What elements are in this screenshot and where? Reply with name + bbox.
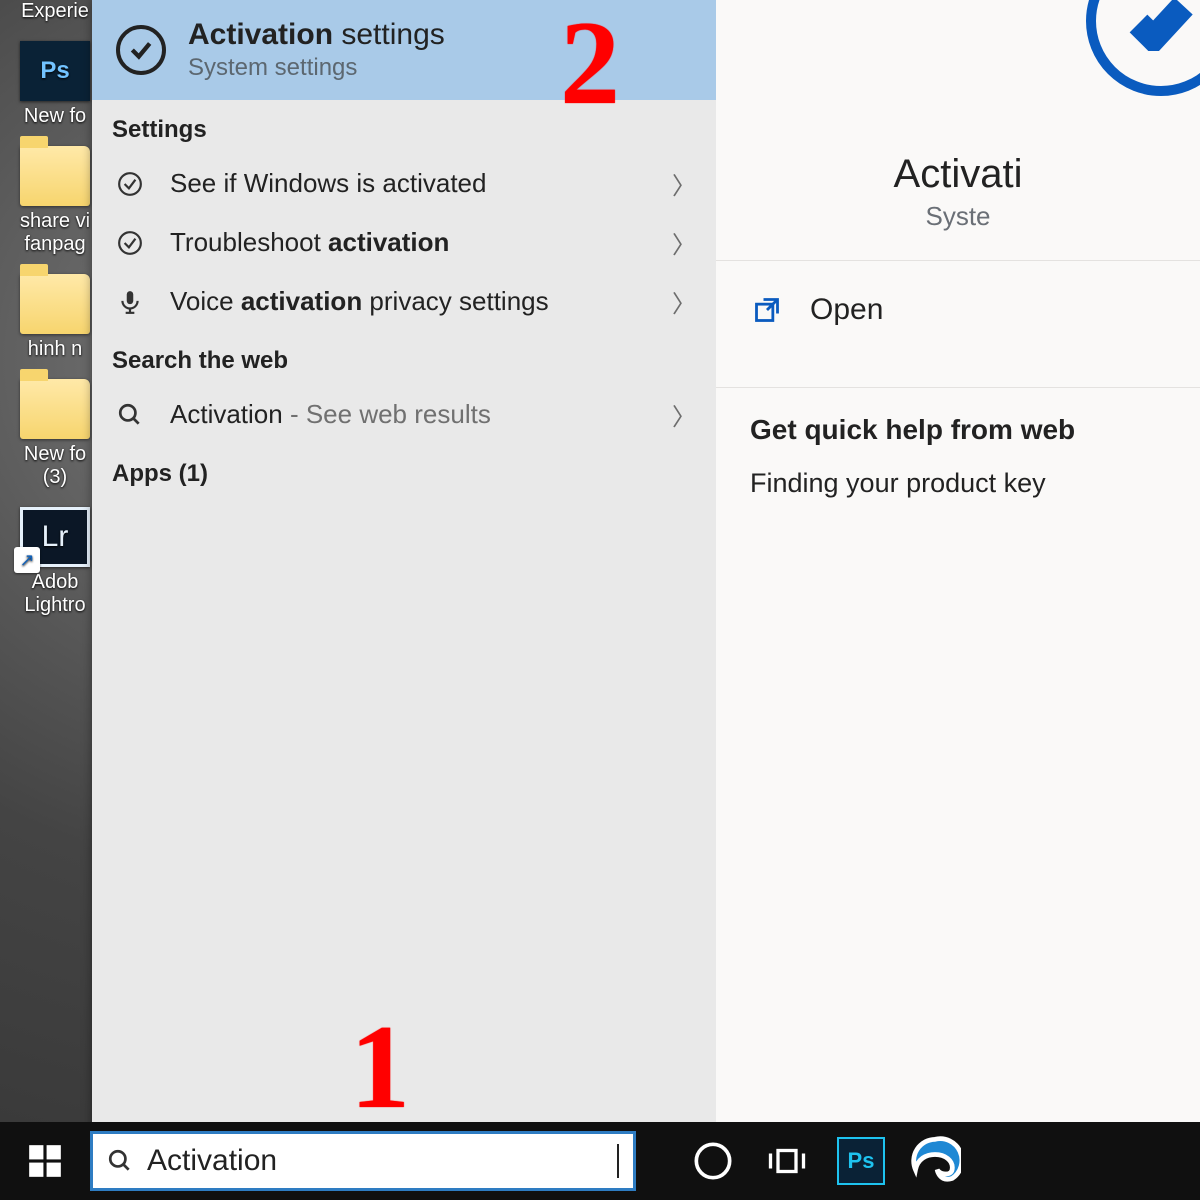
- task-view-button[interactable]: [750, 1122, 824, 1200]
- cortana-button[interactable]: [676, 1122, 750, 1200]
- section-header-settings: Settings: [92, 100, 716, 154]
- edge-icon: [909, 1135, 961, 1187]
- open-label: Open: [810, 293, 883, 327]
- shortcut-arrow-icon: ↗: [14, 547, 40, 573]
- result-web-search[interactable]: Activation - See web results 〉: [92, 385, 716, 444]
- result-label: Voice activation privacy settings: [170, 286, 650, 317]
- search-icon: [107, 1148, 133, 1174]
- chevron-right-icon: 〉: [672, 284, 696, 319]
- search-icon: [112, 402, 148, 428]
- chevron-right-icon: 〉: [672, 225, 696, 260]
- taskbar: Activation Ps: [0, 1122, 1200, 1200]
- best-match-result[interactable]: Activation settings System settings: [92, 0, 716, 100]
- best-match-subtitle: System settings: [188, 54, 445, 82]
- text-cursor: [617, 1144, 619, 1178]
- folder-icon: [20, 379, 90, 439]
- check-icon: [112, 171, 148, 197]
- taskbar-app-photoshop[interactable]: Ps: [824, 1122, 898, 1200]
- checkmark-circle-icon: [116, 25, 166, 75]
- best-match-title: Activation settings: [188, 18, 445, 52]
- chevron-right-icon: 〉: [672, 397, 696, 432]
- help-header: Get quick help from web: [716, 388, 1200, 460]
- start-button[interactable]: [0, 1122, 90, 1200]
- taskbar-search-input[interactable]: Activation: [90, 1131, 636, 1191]
- photoshop-icon: Ps: [20, 41, 90, 101]
- open-icon: [750, 296, 784, 324]
- help-link-product-key[interactable]: Finding your product key: [716, 460, 1200, 507]
- result-label: Troubleshoot activation: [170, 227, 650, 258]
- section-header-web: Search the web: [92, 331, 716, 385]
- result-voice-activation-privacy[interactable]: Voice activation privacy settings 〉: [92, 272, 716, 331]
- chevron-right-icon: 〉: [672, 166, 696, 201]
- photoshop-icon: Ps: [837, 1137, 885, 1185]
- result-label: See if Windows is activated: [170, 168, 650, 199]
- check-icon: [112, 230, 148, 256]
- section-header-apps: Apps (1): [92, 444, 716, 498]
- taskbar-app-edge[interactable]: [898, 1122, 972, 1200]
- folder-icon: [20, 146, 90, 206]
- detail-subtitle: Syste: [716, 201, 1200, 232]
- result-troubleshoot-activation[interactable]: Troubleshoot activation 〉: [92, 213, 716, 272]
- detail-title: Activati: [716, 152, 1200, 197]
- result-see-if-activated[interactable]: See if Windows is activated 〉: [92, 154, 716, 213]
- result-detail-pane: Activati Syste Open Get quick help from …: [716, 0, 1200, 1140]
- checkmark-circle-icon: [1086, 0, 1200, 96]
- microphone-icon: [112, 289, 148, 315]
- search-results-panel: Activation settings System settings Sett…: [92, 0, 716, 1140]
- folder-icon: [20, 274, 90, 334]
- result-label: Activation - See web results: [170, 399, 650, 430]
- search-query-text: Activation: [147, 1144, 602, 1178]
- open-button[interactable]: Open: [716, 261, 1200, 359]
